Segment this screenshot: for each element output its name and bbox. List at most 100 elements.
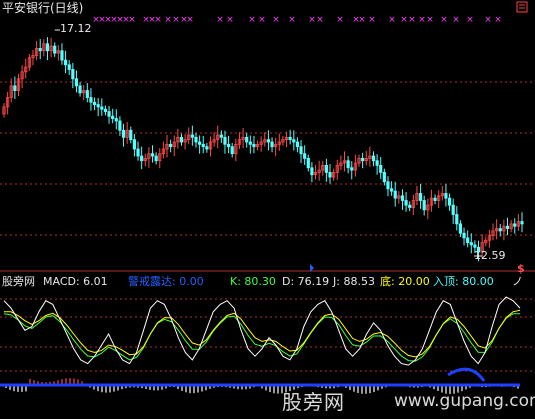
candle-body (371, 155, 376, 162)
candle-body (324, 164, 328, 173)
candle-body (226, 143, 231, 148)
chart-title: 平安银行(日线) (2, 1, 84, 15)
candle-body (136, 148, 140, 157)
candle-body (71, 69, 75, 80)
candle-body (140, 155, 144, 162)
candle-body (505, 225, 510, 229)
candle-body (118, 120, 122, 131)
candle-body (303, 153, 307, 159)
candle-body (63, 59, 68, 66)
candle-body (418, 193, 423, 201)
candle-body (100, 106, 104, 110)
x-mark: × (400, 15, 408, 25)
j-line (3, 313, 521, 362)
candle-body (194, 136, 198, 143)
candle-body (408, 204, 412, 208)
x-mark: × (426, 15, 434, 25)
x-mark: × (248, 15, 256, 25)
x-mark: × (164, 15, 172, 25)
d-label: D: 76.19 (282, 275, 330, 288)
candle-body (361, 157, 365, 162)
macd-label: MACD: 6.01 (43, 275, 108, 288)
candle-body (328, 172, 332, 178)
x-mark: × (452, 15, 460, 25)
indicator-legend: 股旁网 MACD: 6.01 警戒露达: 0.00 K: 80.30 D: 76… (0, 275, 535, 289)
candle-body (129, 129, 133, 141)
candle-body (248, 141, 252, 145)
alert-label: 警戒露达: 0.00 (128, 275, 204, 288)
x-mark: × (308, 15, 316, 25)
candle-body (520, 221, 524, 225)
k-label: K: 80.30 (230, 275, 276, 288)
candle-body (379, 164, 383, 173)
candle-body (230, 146, 234, 155)
candle-body (270, 141, 274, 148)
candle-body (350, 167, 354, 171)
candle-body (190, 134, 194, 138)
candle-body (462, 232, 466, 239)
candle-body (469, 242, 473, 246)
x-mark: × (466, 15, 474, 25)
x-mark: × (358, 15, 366, 25)
dollar-icon[interactable]: $ (517, 263, 525, 275)
candle-body (92, 101, 97, 105)
candle-body (433, 197, 437, 201)
candle-body (67, 64, 71, 70)
candle-body (473, 244, 477, 248)
x-mark: × (336, 15, 344, 25)
watermark-text: 股旁网 (282, 390, 345, 414)
candle-body (89, 97, 93, 103)
candle-body (306, 157, 310, 169)
candle-body (219, 134, 223, 138)
candle-body (96, 104, 100, 108)
candle-body (205, 146, 209, 150)
candle-body (201, 143, 205, 148)
candle-body (375, 160, 379, 166)
candle-body (295, 141, 300, 148)
low-price-label: 12.59 (474, 249, 506, 262)
stock-chart: × × × × × × × × × × × × × × × × × × × × × × × × × × × × × × × × × × × × 平安银… (0, 0, 535, 419)
x-mark: × (440, 15, 448, 25)
x-mark: × (408, 15, 416, 25)
x-mark: × (316, 15, 324, 25)
candle-body (393, 190, 397, 199)
candle-body (292, 139, 296, 143)
candle-body (114, 118, 118, 122)
candle-body (121, 129, 126, 138)
candle-body (245, 136, 249, 143)
candle-body (513, 223, 517, 227)
candle-body (223, 136, 227, 145)
candle-body (74, 78, 79, 87)
candle-body (38, 48, 42, 52)
candle-body (455, 214, 459, 225)
candle-body (132, 139, 137, 150)
x-mark: × (186, 15, 194, 25)
more-mark: ノ (512, 275, 523, 288)
x-mark: × (258, 15, 266, 25)
candle-body (198, 141, 202, 145)
candle-body (466, 237, 470, 244)
x-mark: × (216, 15, 224, 25)
x-mark: × (272, 15, 280, 25)
x-mark: × (418, 15, 426, 25)
candle-body (60, 50, 64, 61)
candle-body (13, 85, 17, 91)
candle-body (111, 115, 115, 120)
x-mark: × (226, 15, 234, 25)
candle-body (310, 167, 314, 176)
candle-body (78, 85, 82, 94)
candle-body (451, 204, 455, 215)
candle-body (266, 139, 271, 143)
x-mark: × (288, 15, 296, 25)
candle-body (154, 155, 158, 162)
candle-body (389, 188, 394, 192)
top-label: 入顶: 80.00 (433, 275, 494, 288)
candle-body (404, 200, 408, 206)
candle-body (498, 228, 502, 232)
candle-body (382, 172, 386, 183)
k-line (3, 296, 521, 366)
candle-body (150, 153, 155, 157)
current-position-marker-icon (310, 264, 314, 272)
settings-icon[interactable] (516, 1, 528, 13)
candle-body (252, 143, 256, 148)
